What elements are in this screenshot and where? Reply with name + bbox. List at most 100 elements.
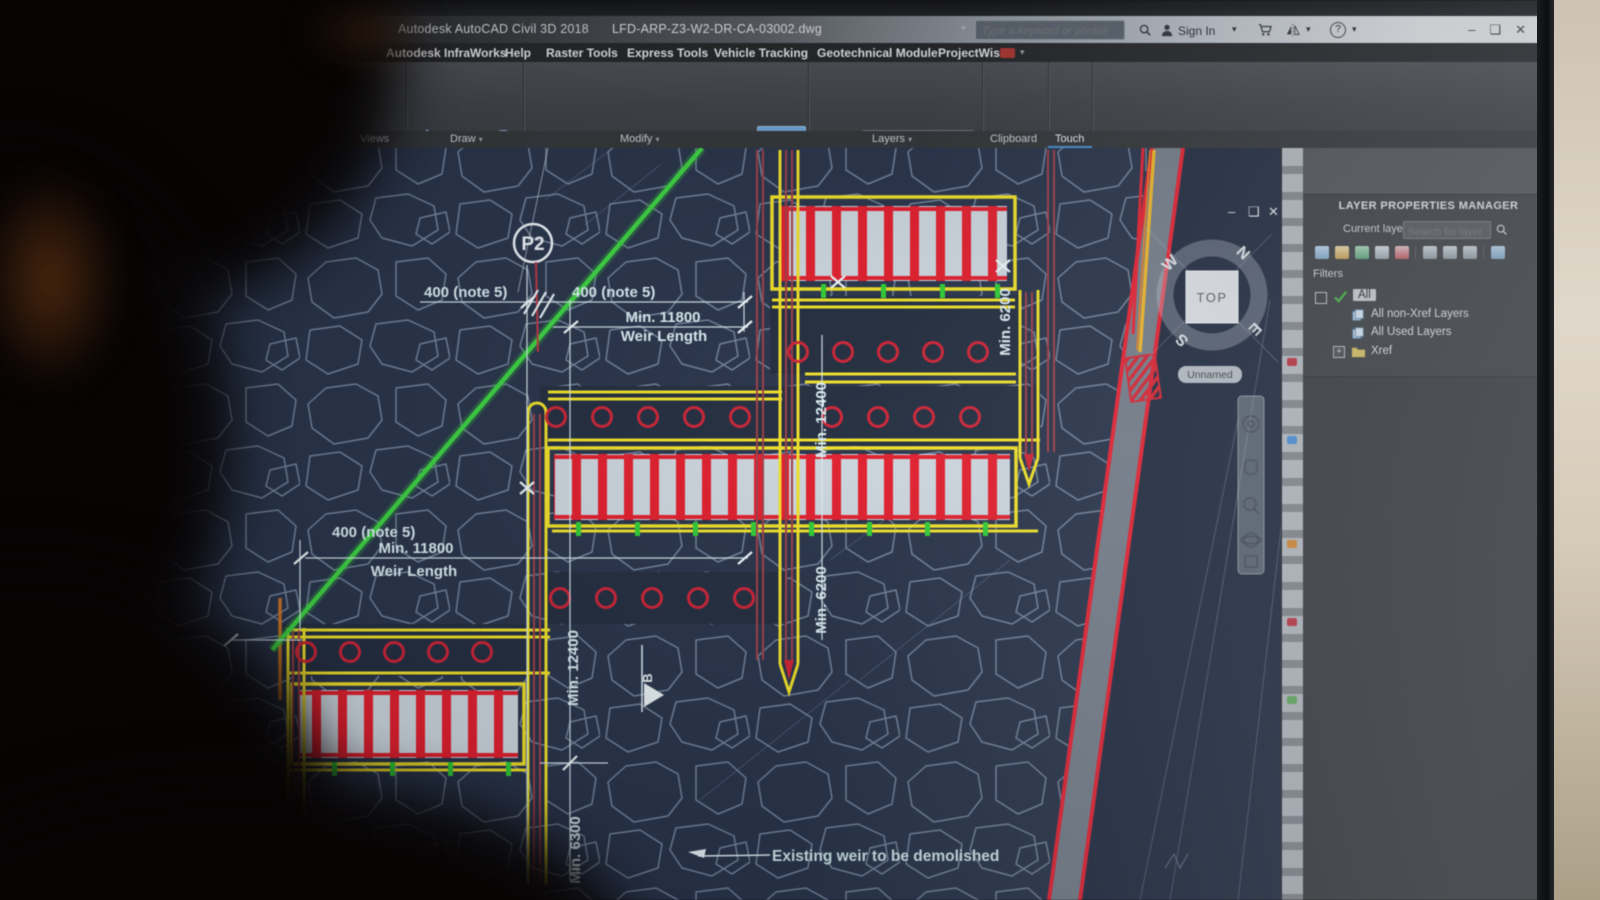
palette-header-area	[1303, 148, 1554, 195]
tree-item-non-xref[interactable]: All non-Xref Layers	[1371, 308, 1469, 320]
help-caret-icon[interactable]: ▾	[1352, 24, 1357, 35]
menu-addon-caret-icon[interactable]: ▾	[1020, 47, 1025, 58]
non-xref-layers-icon	[1351, 308, 1365, 322]
background-wall	[1554, 0, 1600, 900]
dim-min-6200-right: Min. 6200	[813, 566, 830, 634]
settings-icon[interactable]	[1463, 246, 1477, 259]
new-layer-icon[interactable]	[1375, 246, 1389, 259]
menu-autodesk-infraworks[interactable]: Autodesk InfraWorks	[386, 46, 506, 60]
invert-filter-checkbox[interactable]	[1315, 292, 1327, 304]
sign-in-caret-icon[interactable]: ▾	[1232, 24, 1237, 35]
panel-divider	[982, 62, 983, 131]
panel-divider	[808, 62, 809, 131]
road-weir-hatch-box	[1123, 352, 1163, 404]
dim-400-note-top-right: 400 (note 5)	[572, 284, 655, 301]
viewcube-top-label: TOP	[1197, 290, 1228, 305]
tree-item-xref[interactable]: Xref	[1371, 345, 1392, 357]
side-toolbar-icon[interactable]	[1287, 540, 1297, 548]
menu-geotechnical-module[interactable]: Geotechnical Module	[817, 46, 938, 60]
sign-in-person-icon[interactable]	[1160, 23, 1174, 37]
app-store-cart-icon[interactable]	[1258, 23, 1272, 37]
used-layers-icon	[1351, 326, 1365, 340]
search-exchange-icon[interactable]	[1138, 23, 1152, 37]
xref-folder-icon	[1351, 344, 1366, 359]
sign-in-button[interactable]: Sign In	[1178, 24, 1215, 38]
panel-label-draw[interactable]: Draw ▾	[450, 133, 483, 145]
panel-label-touch[interactable]: Touch	[1055, 133, 1084, 145]
set-current-icon[interactable]	[1423, 246, 1437, 259]
a360-caret-icon[interactable]: ▾	[1306, 24, 1311, 35]
palette-body	[1303, 377, 1554, 900]
layer-search-icon[interactable]	[1495, 223, 1508, 236]
dim-min-11800-left: Min. 11800	[378, 540, 453, 557]
document-title: LFD-ARP-Z3-W2-DR-CA-03002.dwg	[612, 22, 823, 36]
panel-label-layers[interactable]: Layers ▾	[872, 133, 912, 145]
viewport-name-button[interactable]: Unnamed	[1178, 366, 1242, 383]
side-toolbar-icon[interactable]	[1287, 696, 1297, 704]
drawing-restore-button[interactable]: ❑	[1248, 204, 1260, 219]
side-toolbar-icon[interactable]	[1287, 436, 1297, 444]
dim-400-note-top-left: 400 (note 5)	[424, 284, 507, 301]
side-toolbar-icon[interactable]	[1287, 618, 1297, 626]
menu-projectwise[interactable]: ProjectWise	[938, 46, 1007, 60]
weir-crest-middle	[546, 446, 1018, 528]
help-search-input[interactable]	[976, 22, 1124, 40]
restore-button[interactable]: ❑	[1489, 22, 1515, 37]
window-controls: –❑✕	[1468, 22, 1540, 38]
monitor-bezel-right	[1537, 0, 1554, 900]
photo-of-monitor: Autodesk AutoCAD Civil 3D 2018 LFD-ARP-Z…	[0, 0, 1600, 900]
layer-search-input[interactable]	[1404, 224, 1490, 240]
section-marker-label: B	[640, 673, 655, 682]
tree-item-all[interactable]: All	[1353, 289, 1376, 301]
side-toolbar-strip[interactable]	[1282, 148, 1303, 900]
dim-min-11800-top: Min. 11800	[625, 309, 700, 326]
delete-layer-icon[interactable]	[1395, 246, 1409, 259]
panel-divider	[1048, 62, 1049, 131]
palette-toolbar-divider	[1483, 246, 1484, 259]
menu-raster-tools[interactable]: Raster Tools	[546, 46, 618, 60]
menu-addon-icon[interactable]	[1000, 48, 1015, 58]
help-icon[interactable]: ?	[1330, 22, 1346, 38]
p2-marker-label: P2	[521, 234, 544, 255]
new-group-filter-icon[interactable]	[1335, 246, 1349, 259]
weir-crest-left	[290, 682, 526, 766]
panel-label-modify[interactable]: Modify ▾	[620, 133, 659, 145]
weir-length-left: Weir Length	[371, 563, 457, 580]
xref-expand-box[interactable]: +	[1333, 346, 1345, 358]
current-layer-label: Current layer:	[1343, 223, 1410, 235]
palette-toolbar-divider	[1415, 246, 1416, 259]
palette-title: LAYER PROPERTIES MANAGER	[1338, 200, 1519, 212]
tree-item-used-layers[interactable]: All Used Layers	[1371, 326, 1452, 338]
dim-min-6200-top: Min. 6200	[997, 288, 1014, 356]
help-search-field[interactable]	[975, 20, 1125, 40]
weir-crest-top	[770, 195, 1017, 291]
weir-length-top: Weir Length	[621, 328, 707, 345]
panel-divider	[1092, 62, 1093, 131]
layer-search-field[interactable]	[1403, 221, 1491, 240]
navigation-bar[interactable]	[1237, 395, 1265, 575]
drawing-minimize-button[interactable]: ‒	[1228, 204, 1236, 219]
menu-help[interactable]: Help	[505, 46, 531, 60]
dim-min-12400-left: Min. 12400	[565, 630, 582, 706]
dim-min-12400-right: Min. 12400	[813, 382, 830, 458]
drawing-close-button[interactable]: ✕	[1268, 204, 1279, 219]
menu-express-tools[interactable]: Express Tools	[627, 46, 708, 60]
all-filter-check-icon	[1333, 289, 1348, 304]
search-caret-icon[interactable]: ▸	[962, 22, 967, 33]
filters-label: Filters	[1313, 268, 1343, 280]
a360-icon[interactable]	[1286, 23, 1300, 37]
app-title: Autodesk AutoCAD Civil 3D 2018	[398, 22, 589, 36]
isolate-filter-icon[interactable]	[1491, 246, 1505, 259]
dim-400-note-left: 400 (note 5)	[332, 524, 415, 541]
panel-label-clipboard[interactable]: Clipboard	[990, 133, 1037, 145]
menu-vehicle-tracking[interactable]: Vehicle Tracking	[714, 46, 808, 60]
leader-note-text: Existing weir to be demolished	[772, 848, 999, 865]
panel-divider	[406, 62, 407, 131]
side-toolbar-icon[interactable]	[1287, 358, 1297, 366]
layer-states-icon[interactable]	[1355, 246, 1369, 259]
new-property-filter-icon[interactable]	[1315, 246, 1329, 259]
refresh-icon[interactable]	[1443, 246, 1457, 259]
layer-properties-manager: LAYER PROPERTIES MANAGER Current layer: …	[1303, 148, 1554, 900]
minimize-button[interactable]: –	[1468, 22, 1489, 37]
viewport-name-label: Unnamed	[1187, 369, 1233, 381]
